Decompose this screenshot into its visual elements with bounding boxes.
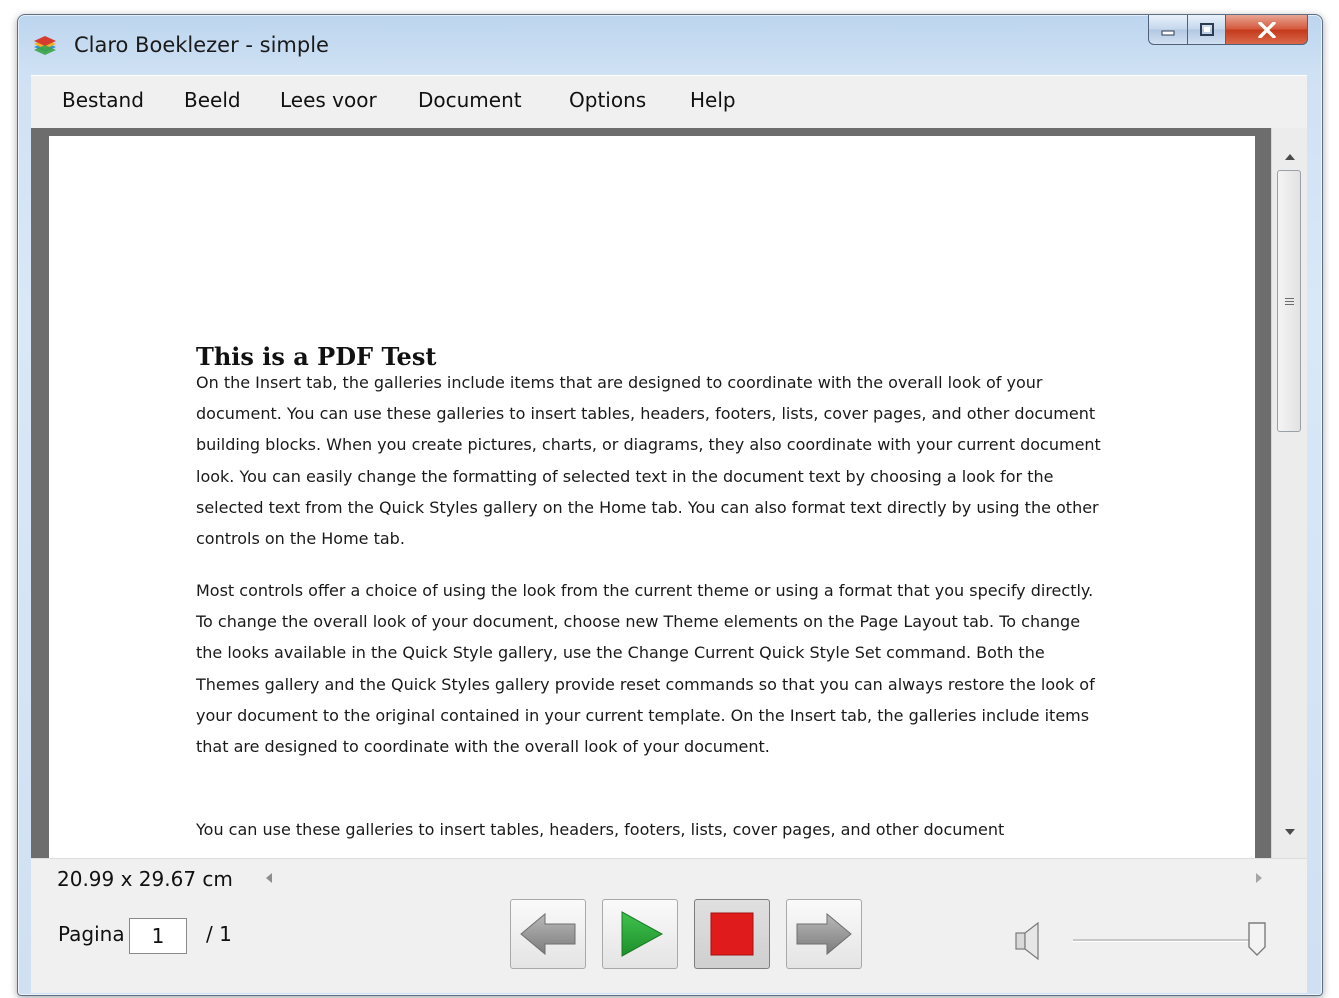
next-arrow-icon	[796, 912, 852, 956]
menu-document[interactable]: Document	[418, 88, 522, 112]
maximize-button[interactable]	[1188, 15, 1226, 45]
page-label: Pagina	[58, 922, 125, 946]
horizontal-scrollbar-row: 20.99 x 29.67 cm	[31, 858, 1307, 895]
scroll-right-icon[interactable]	[1253, 871, 1265, 885]
minimize-icon	[1161, 30, 1175, 35]
scroll-left-icon[interactable]	[263, 871, 275, 885]
menu-options[interactable]: Options	[569, 88, 646, 112]
previous-button[interactable]	[510, 899, 586, 969]
vertical-scrollbar[interactable]	[1271, 128, 1307, 858]
paragraph-2: Most controls offer a choice of using th…	[196, 581, 1095, 757]
title-bar[interactable]: Claro Boeklezer - simple	[18, 15, 1322, 73]
page-number-input[interactable]	[129, 918, 187, 954]
playback-controls: Pagina / 1	[31, 894, 1307, 993]
next-button[interactable]	[786, 899, 862, 969]
paragraph-3: You can use these galleries to insert ta…	[196, 820, 1005, 839]
paragraph-1: On the Insert tab, the galleries include…	[196, 373, 1101, 549]
caption-buttons	[1148, 15, 1308, 55]
client-area: This is a PDF Test On the Insert tab, th…	[31, 128, 1307, 993]
stop-button[interactable]	[694, 899, 770, 969]
menu-lees-voor[interactable]: Lees voor	[280, 88, 377, 112]
play-icon	[621, 911, 664, 957]
scroll-down-icon[interactable]	[1282, 825, 1298, 839]
stop-icon	[710, 912, 754, 956]
menu-help[interactable]: Help	[690, 88, 736, 112]
stacked-books-icon	[34, 36, 56, 55]
document-page[interactable]: This is a PDF Test On the Insert tab, th…	[49, 136, 1255, 858]
vertical-scroll-thumb[interactable]	[1277, 170, 1301, 432]
window-title: Claro Boeklezer - simple	[74, 33, 329, 57]
menu-bar: Bestand Beeld Lees voor Document Options…	[31, 75, 1307, 129]
minimize-button[interactable]	[1148, 15, 1188, 45]
menu-beeld[interactable]: Beeld	[184, 88, 241, 112]
speaker-icon[interactable]	[1014, 920, 1044, 962]
play-button[interactable]	[602, 899, 678, 969]
previous-arrow-icon	[520, 912, 576, 956]
scroll-up-icon[interactable]	[1282, 150, 1298, 164]
close-icon	[1257, 21, 1276, 38]
page-total: / 1	[206, 922, 232, 946]
close-button[interactable]	[1226, 15, 1308, 45]
volume-slider-thumb[interactable]	[1247, 921, 1267, 957]
app-window: Claro Boeklezer - simple Bestand Beeld L…	[17, 14, 1323, 996]
menu-bestand[interactable]: Bestand	[62, 88, 144, 112]
document-view[interactable]: This is a PDF Test On the Insert tab, th…	[31, 128, 1271, 858]
page-size-label: 20.99 x 29.67 cm	[57, 867, 233, 891]
volume-slider-track[interactable]	[1073, 939, 1257, 942]
maximize-icon	[1199, 22, 1214, 36]
